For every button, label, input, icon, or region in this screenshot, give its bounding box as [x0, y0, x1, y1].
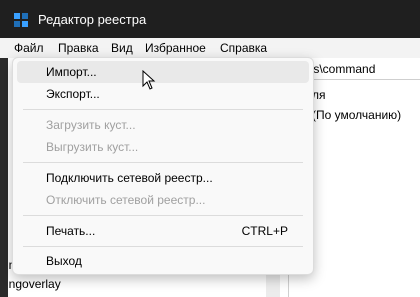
- menu-favorites[interactable]: Избранное: [145, 40, 206, 56]
- address-underline: [300, 79, 420, 80]
- menu-item-load-hive[interactable]: Загрузить куст...: [17, 114, 309, 136]
- window-title: Редактор реестра: [38, 12, 147, 27]
- menu-bar: Файл Правка Вид Избранное Справка: [0, 38, 420, 58]
- tree-item[interactable]: ingoverlay: [6, 277, 61, 291]
- shortcut-print: CTRL+P: [241, 224, 288, 238]
- menu-item-disconnect-network-registry[interactable]: Отключить сетевой реестр...: [17, 189, 309, 211]
- menu-item-import[interactable]: Импорт...: [17, 61, 309, 83]
- menu-item-unload-hive[interactable]: Выгрузить куст...: [17, 136, 309, 158]
- menu-view[interactable]: Вид: [111, 40, 133, 56]
- value-row-default[interactable]: (По умолчанию): [312, 108, 401, 122]
- column-header-name[interactable]: ля: [312, 88, 326, 102]
- file-menu-dropdown: Импорт... Экспорт... Загрузить куст... В…: [12, 57, 314, 275]
- menu-edit[interactable]: Правка: [58, 40, 99, 56]
- menu-help[interactable]: Справка: [220, 40, 267, 56]
- menu-separator: [23, 162, 303, 163]
- menu-separator: [23, 215, 303, 216]
- title-bar: Редактор реестра: [0, 0, 420, 38]
- mouse-cursor-icon: [142, 70, 156, 90]
- window-edge: [0, 58, 8, 297]
- menu-item-connect-network-registry[interactable]: Подключить сетевой реестр...: [17, 167, 309, 189]
- menu-item-export[interactable]: Экспорт...: [17, 83, 309, 105]
- menu-file[interactable]: Файл: [14, 40, 44, 56]
- menu-item-print[interactable]: Печать... CTRL+P: [17, 220, 309, 242]
- menu-item-exit[interactable]: Выход: [17, 250, 309, 272]
- menu-separator: [23, 109, 303, 110]
- regedit-app-icon: [14, 13, 28, 27]
- menu-separator: [23, 246, 303, 247]
